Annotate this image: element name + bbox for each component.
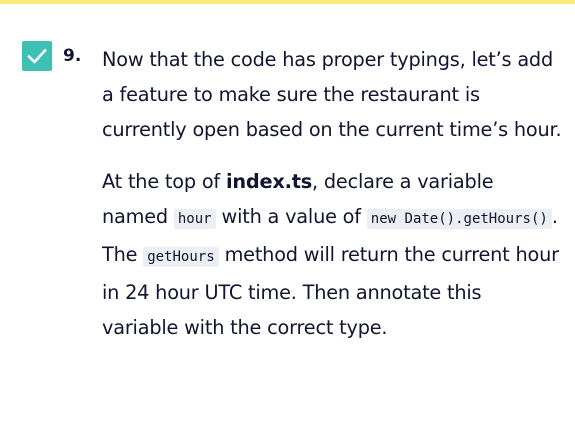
task-paragraph-intro: Now that the code has proper typings, le… xyxy=(102,48,562,141)
inline-code-new-date: new Date().getHours() xyxy=(366,209,552,229)
paragraph-text: with a value of xyxy=(215,205,367,228)
inline-code-gethours: getHours xyxy=(143,247,219,267)
checkmark-icon xyxy=(27,48,47,64)
paragraph-text: At the top of xyxy=(102,170,226,193)
inline-code-hour: hour xyxy=(173,209,216,229)
task-checkbox[interactable] xyxy=(22,41,52,71)
task-paragraph-details: At the top of index.ts, declare a variab… xyxy=(102,164,562,345)
task-instructions: Now that the code has proper typings, le… xyxy=(102,42,562,345)
file-name: index.ts xyxy=(225,170,313,193)
task-item: 9. Now that the code has proper typings,… xyxy=(0,0,575,422)
task-number: 9. xyxy=(63,46,82,66)
